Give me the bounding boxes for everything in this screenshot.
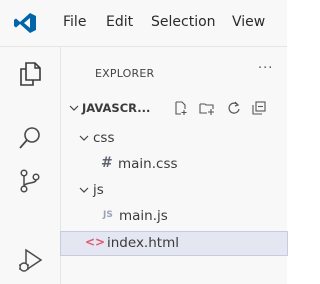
menu-edit[interactable]: Edit	[106, 14, 133, 30]
source-control-icon[interactable]	[17, 168, 43, 194]
more-actions-button[interactable]: ···	[258, 61, 273, 76]
collapse-all-icon[interactable]	[251, 100, 267, 116]
explorer-sidebar: EXPLORER ··· JAVASCR... css # main.css j…	[60, 47, 288, 284]
new-folder-icon[interactable]	[199, 100, 215, 116]
title-bar: File Edit Selection View	[0, 0, 287, 47]
vscode-logo-icon[interactable]	[13, 12, 37, 34]
menu-view[interactable]: View	[232, 14, 265, 30]
tree-file-main-js[interactable]: JS main.js	[61, 205, 287, 227]
file-name: main.js	[119, 208, 168, 224]
file-name: main.css	[118, 156, 178, 172]
tree-folder-js[interactable]: js	[61, 179, 287, 201]
search-icon[interactable]	[17, 125, 43, 151]
html-file-icon: <>	[85, 235, 106, 249]
tree-folder-css[interactable]: css	[61, 127, 287, 149]
css-file-icon: #	[101, 155, 113, 171]
new-file-icon[interactable]	[173, 100, 189, 116]
activity-bar	[0, 47, 61, 284]
folder-name: css	[93, 130, 115, 146]
explorer-icon[interactable]	[17, 61, 43, 87]
chevron-down-icon	[79, 135, 89, 141]
folder-name: js	[93, 182, 104, 198]
explorer-title: EXPLORER	[95, 67, 155, 80]
workspace-section-header[interactable]: JAVASCR...	[61, 97, 287, 119]
menu-selection[interactable]: Selection	[151, 14, 216, 30]
workspace-folder-name: JAVASCR...	[82, 101, 151, 115]
run-debug-icon[interactable]	[17, 247, 43, 273]
refresh-icon[interactable]	[226, 100, 242, 116]
menu-file[interactable]: File	[63, 14, 86, 30]
chevron-down-icon	[79, 187, 89, 193]
file-name: index.html	[107, 235, 179, 251]
js-file-icon: JS	[103, 210, 113, 220]
tree-file-main-css[interactable]: # main.css	[61, 153, 287, 175]
chevron-down-icon	[69, 105, 79, 111]
tree-file-index-html[interactable]: <> index.html	[60, 231, 288, 256]
